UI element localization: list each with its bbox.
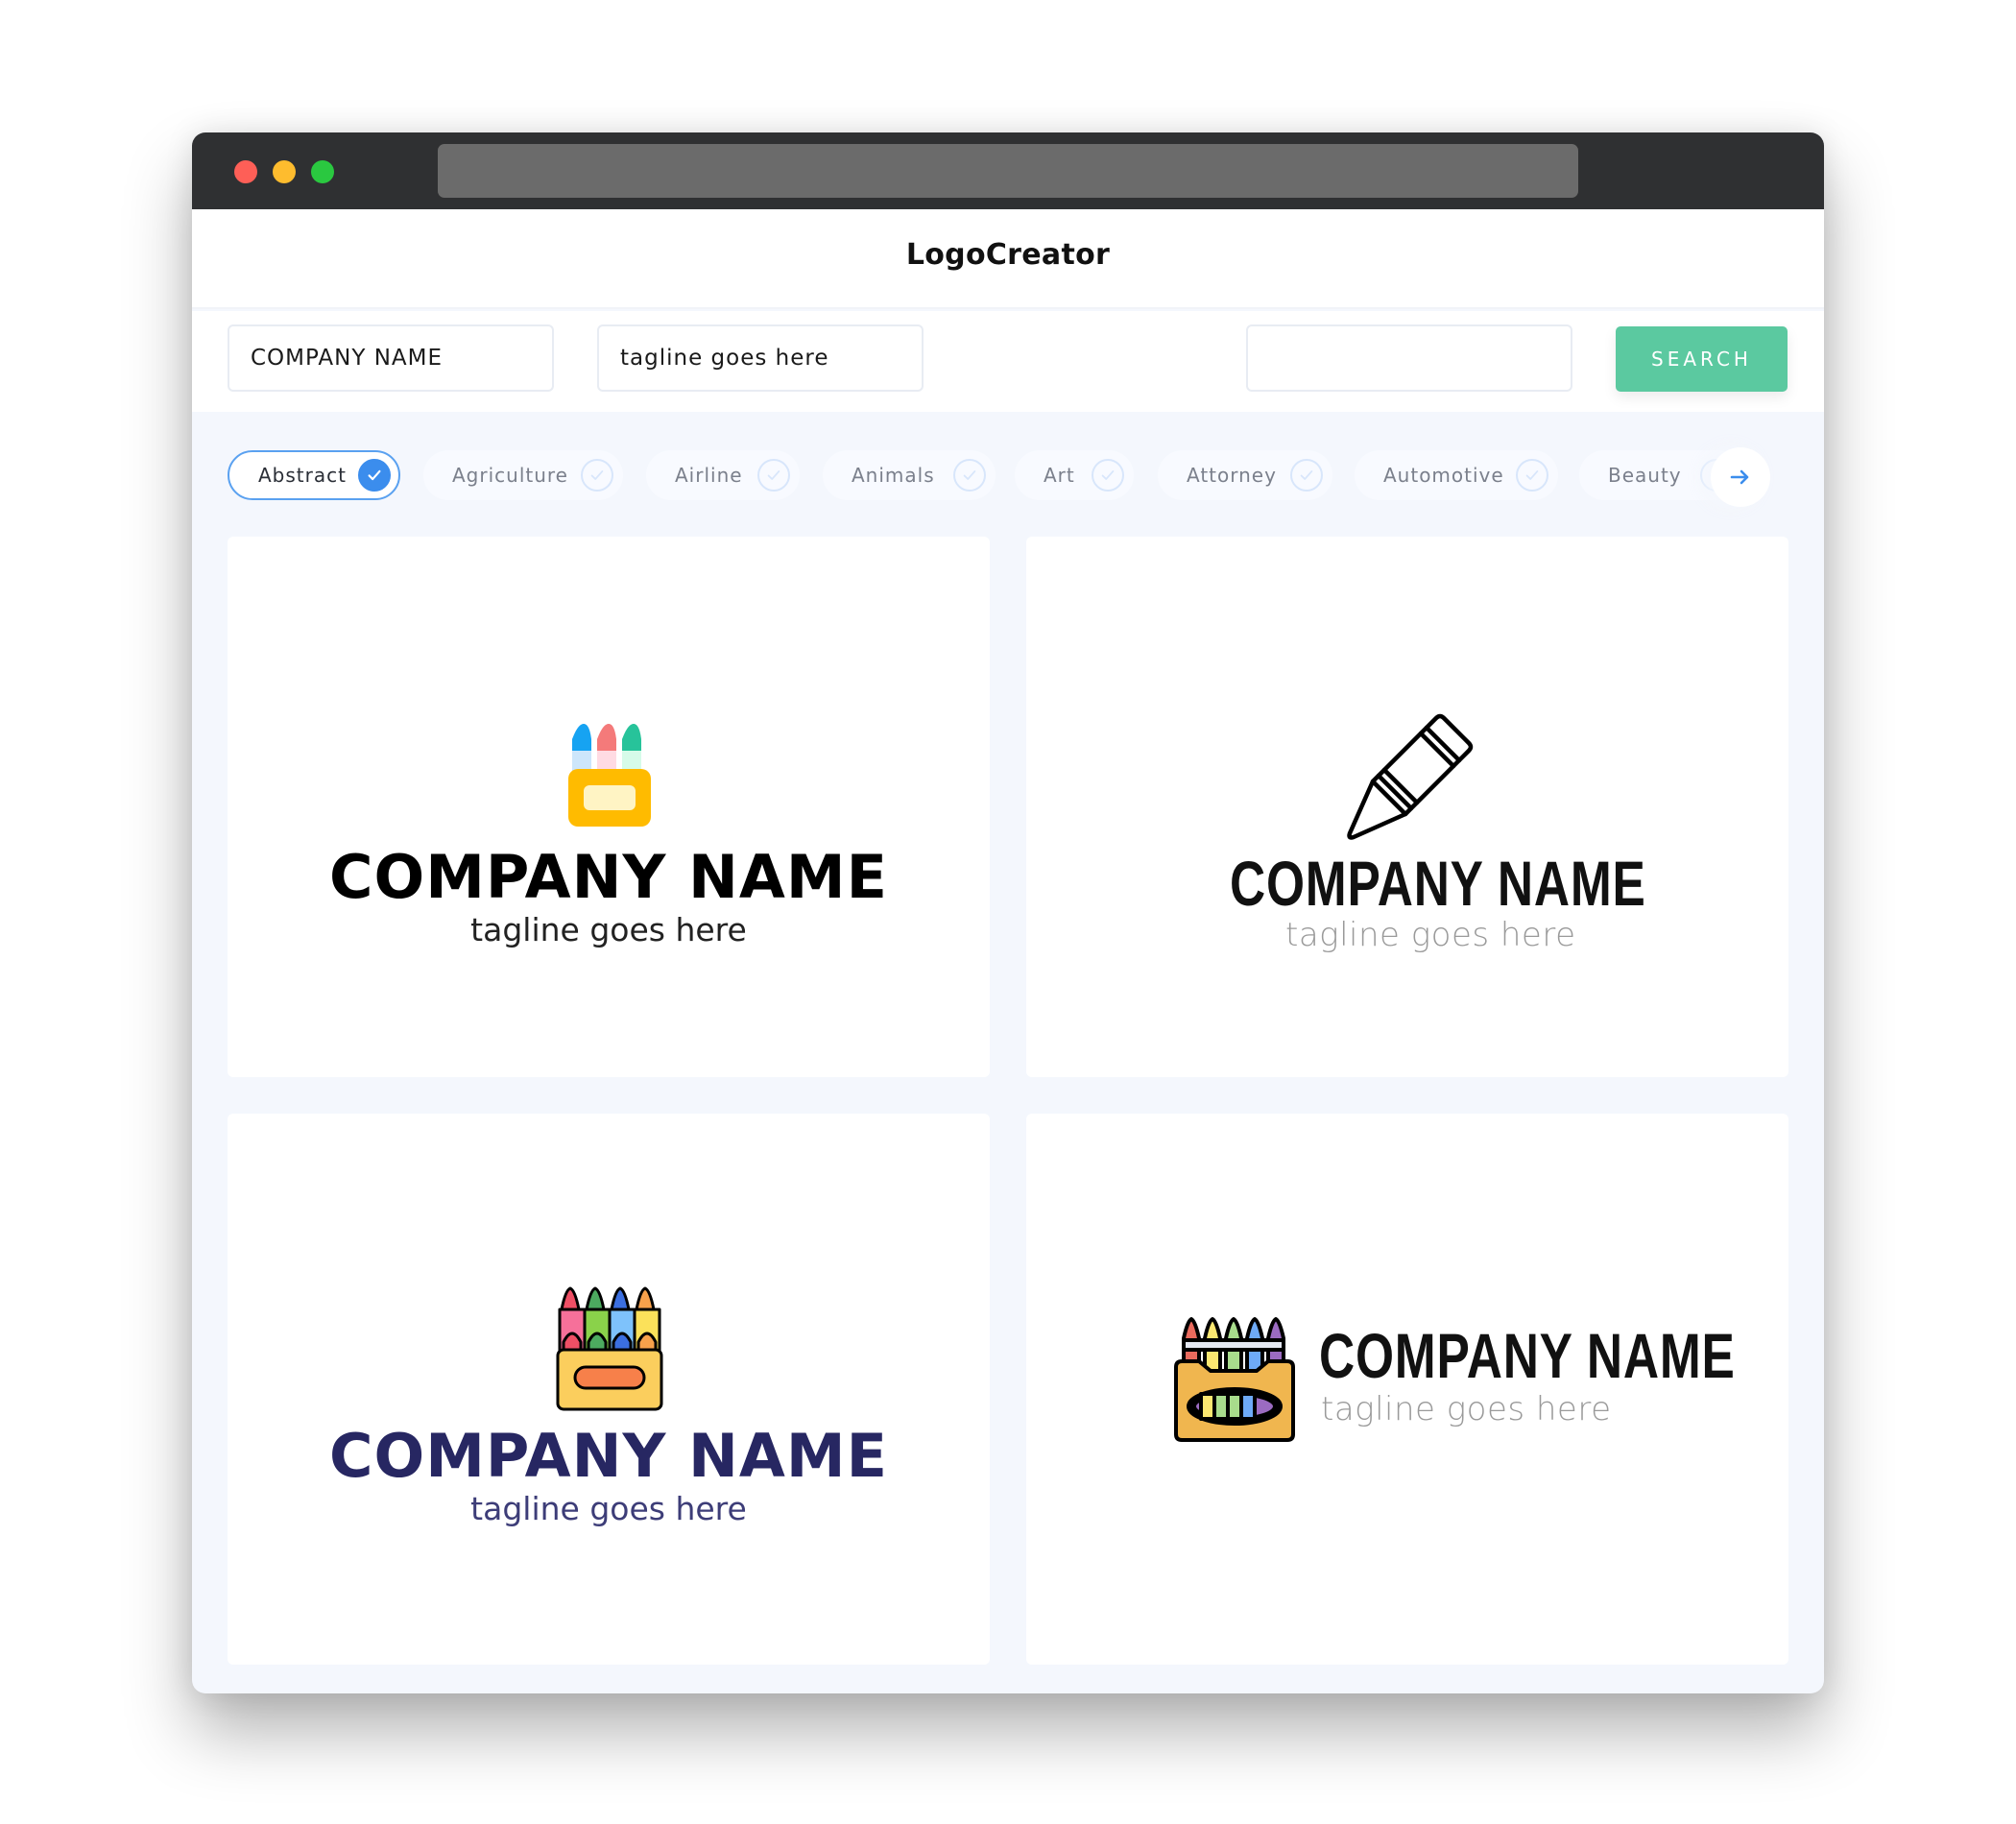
category-chip-agriculture[interactable]: Agriculture [423, 450, 623, 500]
search-bar: SEARCH [192, 311, 1824, 412]
company-name-input[interactable] [228, 324, 554, 392]
logo-card[interactable]: COMPANY NAME tagline goes here [228, 1114, 990, 1665]
check-icon [1516, 459, 1548, 492]
crayon-box-five-colors-icon [1174, 1317, 1295, 1442]
category-label: Automotive [1383, 464, 1504, 487]
brand-logo[interactable]: LogoCreator [192, 238, 1824, 272]
crayon-box-yellow-icon [568, 724, 651, 827]
logo-tagline: tagline goes here [1321, 1390, 1612, 1428]
logo-card[interactable]: COMPANY NAME tagline goes here [1026, 537, 1788, 1077]
category-chip-animals[interactable]: Animals [823, 450, 996, 500]
category-filter-bar: Abstract Agriculture Airline Animals Art… [192, 449, 1824, 502]
check-icon [1092, 459, 1124, 492]
logo-tagline: tagline goes here [1285, 916, 1576, 954]
category-label: Beauty [1608, 464, 1682, 487]
check-icon [757, 459, 790, 492]
logo-tagline: tagline goes here [470, 911, 747, 948]
category-label: Airline [675, 464, 743, 487]
category-label: Animals [852, 464, 935, 487]
category-label: Abstract [258, 464, 347, 487]
address-bar[interactable] [438, 144, 1578, 198]
keyword-input[interactable] [1246, 324, 1572, 392]
category-label: Agriculture [452, 464, 568, 487]
check-icon [1290, 459, 1323, 492]
check-icon [358, 459, 391, 492]
logo-company-name: COMPANY NAME [329, 842, 888, 912]
next-categories-button[interactable] [1711, 447, 1770, 507]
title-bar [192, 132, 1824, 209]
category-chip-abstract[interactable]: Abstract [228, 450, 400, 500]
category-label: Attorney [1187, 464, 1277, 487]
logo-card[interactable]: COMPANY NAME tagline goes here [1026, 1114, 1788, 1665]
category-chip-airline[interactable]: Airline [646, 450, 800, 500]
close-window-button[interactable] [234, 160, 257, 183]
browser-window: LogoCreator SEARCH Abstract Agriculture … [192, 132, 1824, 1693]
check-icon [581, 459, 613, 492]
category-chip-automotive[interactable]: Automotive [1355, 450, 1558, 500]
search-button[interactable]: SEARCH [1616, 326, 1788, 392]
app-header: LogoCreator [192, 209, 1824, 309]
logo-company-name: COMPANY NAME [329, 1421, 888, 1491]
maximize-window-button[interactable] [311, 160, 334, 183]
logo-card[interactable]: COMPANY NAME tagline goes here [228, 537, 990, 1077]
category-chip-attorney[interactable]: Attorney [1158, 450, 1332, 500]
crayon-outline-icon [1347, 713, 1474, 840]
tagline-input[interactable] [597, 324, 924, 392]
check-icon [953, 459, 986, 492]
crayon-box-four-colors-icon [556, 1286, 663, 1411]
minimize-window-button[interactable] [273, 160, 296, 183]
logo-company-name: COMPANY NAME [1319, 1320, 1736, 1391]
category-label: Art [1044, 464, 1075, 487]
category-chip-art[interactable]: Art [1015, 450, 1134, 500]
logo-company-name: COMPANY NAME [1230, 848, 1646, 919]
logo-tagline: tagline goes here [470, 1490, 747, 1527]
arrow-right-icon [1730, 469, 1749, 485]
